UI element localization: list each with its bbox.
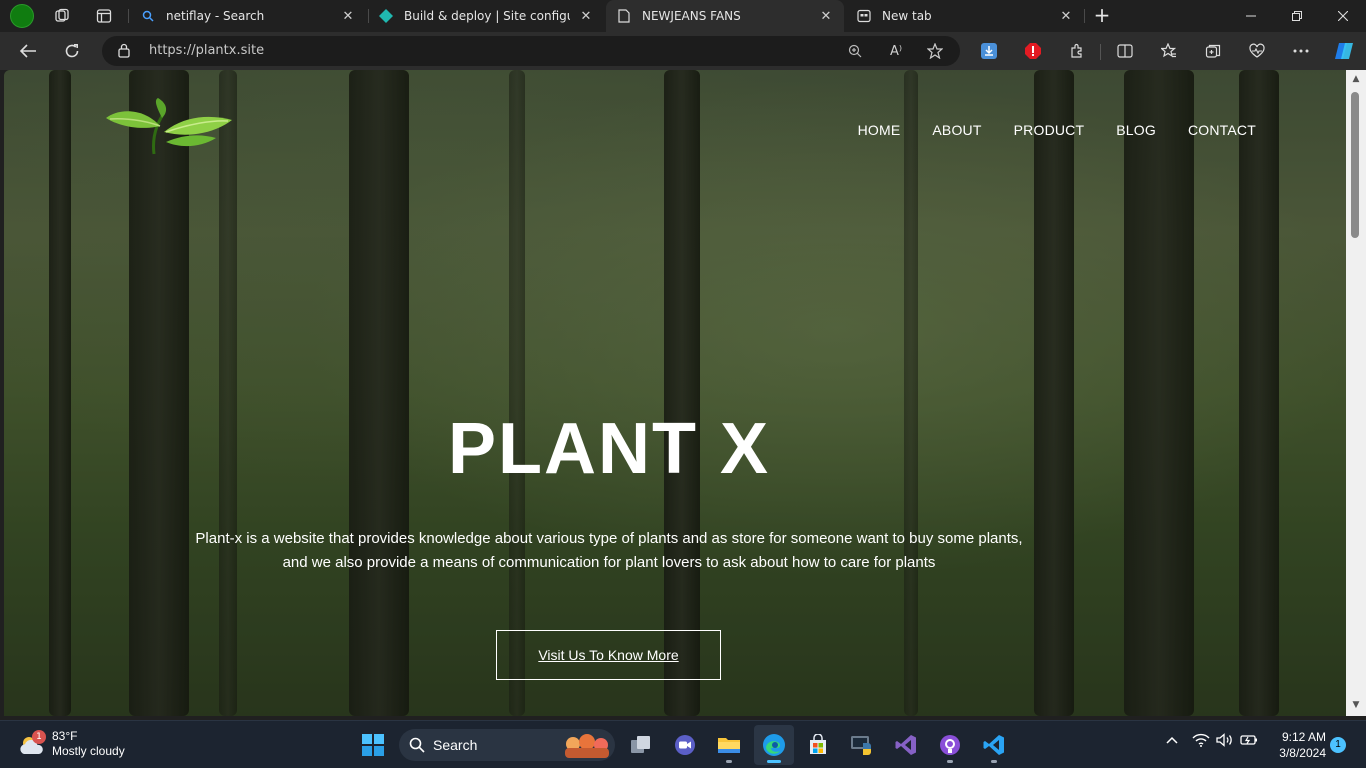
start-button[interactable] (353, 725, 393, 765)
visual-studio-icon[interactable] (886, 725, 926, 765)
tab-title: New tab (882, 9, 932, 23)
main-nav: HOME ABOUT PRODUCT BLOG CONTACT (858, 122, 1256, 138)
minimize-button[interactable] (1228, 0, 1274, 32)
file-explorer-icon[interactable] (709, 725, 749, 765)
split-screen-icon[interactable] (1116, 42, 1134, 60)
tab-netlify[interactable]: Build & deploy | Site configuratio ✕ (368, 0, 604, 32)
back-button[interactable] (16, 39, 40, 63)
page-scrollbar[interactable]: ▲ ▼ (1346, 70, 1366, 716)
nav-home[interactable]: HOME (858, 122, 901, 138)
collections-icon[interactable] (1204, 42, 1222, 60)
page-icon (616, 8, 632, 24)
tab-newjeans[interactable]: NEWJEANS FANS ✕ (606, 0, 844, 32)
restore-button[interactable] (1274, 0, 1320, 32)
cloudy-weather-icon: 1 (18, 730, 46, 758)
clock-time: 9:12 AM (1281, 730, 1326, 744)
vscode-icon[interactable] (974, 725, 1014, 765)
close-icon[interactable]: ✕ (818, 8, 834, 24)
extensions-icon[interactable] (1068, 42, 1086, 60)
workspaces-icon[interactable] (54, 8, 70, 24)
weather-desc: Mostly cloudy (52, 744, 125, 758)
battery-icon[interactable] (1240, 733, 1258, 751)
netlify-icon (378, 8, 394, 24)
read-aloud-icon[interactable]: A⁾ (888, 43, 904, 59)
clock-date: 3/8/2024 (1279, 746, 1326, 760)
task-view-icon[interactable] (621, 725, 661, 765)
weather-widget[interactable]: 1 83°F Mostly cloudy (18, 729, 125, 759)
hero-overlay (4, 70, 1346, 716)
wifi-icon[interactable] (1192, 733, 1210, 751)
scroll-thumb[interactable] (1351, 92, 1359, 238)
toolbar-separator (1100, 44, 1101, 60)
nav-product[interactable]: PRODUCT (1014, 122, 1085, 138)
tab-search[interactable]: netiflay - Search ✕ (130, 0, 366, 32)
tab-actions-icon[interactable] (96, 8, 112, 24)
nav-about[interactable]: ABOUT (932, 122, 981, 138)
windows-taskbar: 1 83°F Mostly cloudy Search 9:12 AM 3/8/… (0, 720, 1366, 768)
search-icon (140, 8, 156, 24)
lock-icon[interactable] (118, 43, 130, 62)
nav-blog[interactable]: BLOG (1116, 122, 1156, 138)
favorites-icon[interactable] (1160, 42, 1178, 60)
taskbar-search[interactable]: Search (399, 729, 615, 761)
show-hidden-icons[interactable] (1166, 733, 1178, 748)
system-clock[interactable]: 9:12 AM 3/8/2024 (1270, 729, 1326, 761)
close-icon[interactable]: ✕ (578, 8, 594, 24)
tab-strip: netiflay - Search ✕ Build & deploy | Sit… (0, 0, 1366, 32)
more-options-icon[interactable] (1292, 42, 1310, 60)
hero-title: PLANT X (447, 409, 770, 489)
weather-alert-badge: 1 (32, 730, 46, 744)
volume-icon[interactable] (1216, 733, 1234, 751)
tab-separator (128, 9, 129, 23)
visit-us-button[interactable]: Visit Us To Know More (496, 630, 721, 680)
favorite-star-icon[interactable] (927, 43, 943, 59)
python-idle-icon[interactable] (842, 725, 882, 765)
close-icon[interactable]: ✕ (340, 8, 356, 24)
github-desktop-icon[interactable] (930, 725, 970, 765)
hero-description-line: and we also provide a means of communica… (282, 554, 936, 571)
browser-toolbar: https://plantx.site A⁾ (0, 32, 1366, 70)
tab-newtab[interactable]: New tab ✕ (846, 0, 1084, 32)
close-window-button[interactable] (1320, 0, 1366, 32)
page-viewport: HOME ABOUT PRODUCT BLOG CONTACT PLANT X … (4, 70, 1346, 716)
url-text[interactable]: https://plantx.site (149, 43, 264, 58)
tab-title: NEWJEANS FANS (642, 9, 741, 23)
copilot-icon[interactable] (1332, 39, 1356, 63)
tab-title: Build & deploy | Site configuratio (404, 9, 570, 23)
microsoft-store-icon[interactable] (798, 725, 838, 765)
newtab-icon (856, 8, 872, 24)
running-indicator (947, 760, 953, 763)
running-indicator (767, 760, 781, 763)
hero-description: Plant-x is a website that provides knowl… (124, 527, 1094, 575)
adblock-extension-icon[interactable] (1024, 42, 1042, 60)
edge-icon[interactable] (754, 725, 794, 765)
profile-avatar[interactable] (10, 4, 34, 28)
browser-essentials-icon[interactable] (1248, 42, 1266, 60)
weather-text: 83°F Mostly cloudy (52, 729, 125, 759)
running-indicator (726, 760, 732, 763)
search-icon (409, 737, 425, 753)
new-tab-button[interactable]: + (1092, 5, 1112, 26)
weather-temp: 83°F (52, 729, 78, 743)
teams-meet-icon[interactable] (665, 725, 705, 765)
zoom-icon[interactable] (847, 43, 863, 59)
tab-title: netiflay - Search (166, 9, 265, 23)
plantx-logo[interactable] (104, 98, 234, 160)
scroll-down-arrow[interactable]: ▼ (1350, 700, 1362, 712)
hero-description-line: Plant-x is a website that provides knowl… (195, 530, 1023, 547)
tab-separator (1084, 9, 1085, 23)
close-icon[interactable]: ✕ (1058, 8, 1074, 24)
address-bar[interactable]: https://plantx.site A⁾ (102, 36, 960, 66)
refresh-button[interactable] (60, 39, 84, 63)
scroll-up-arrow[interactable]: ▲ (1350, 74, 1362, 86)
nav-contact[interactable]: CONTACT (1188, 122, 1256, 138)
notification-badge[interactable]: 1 (1330, 737, 1346, 753)
download-extension-icon[interactable] (980, 42, 998, 60)
search-highlight-icon (561, 732, 613, 758)
search-label: Search (433, 737, 478, 753)
running-indicator (991, 760, 997, 763)
